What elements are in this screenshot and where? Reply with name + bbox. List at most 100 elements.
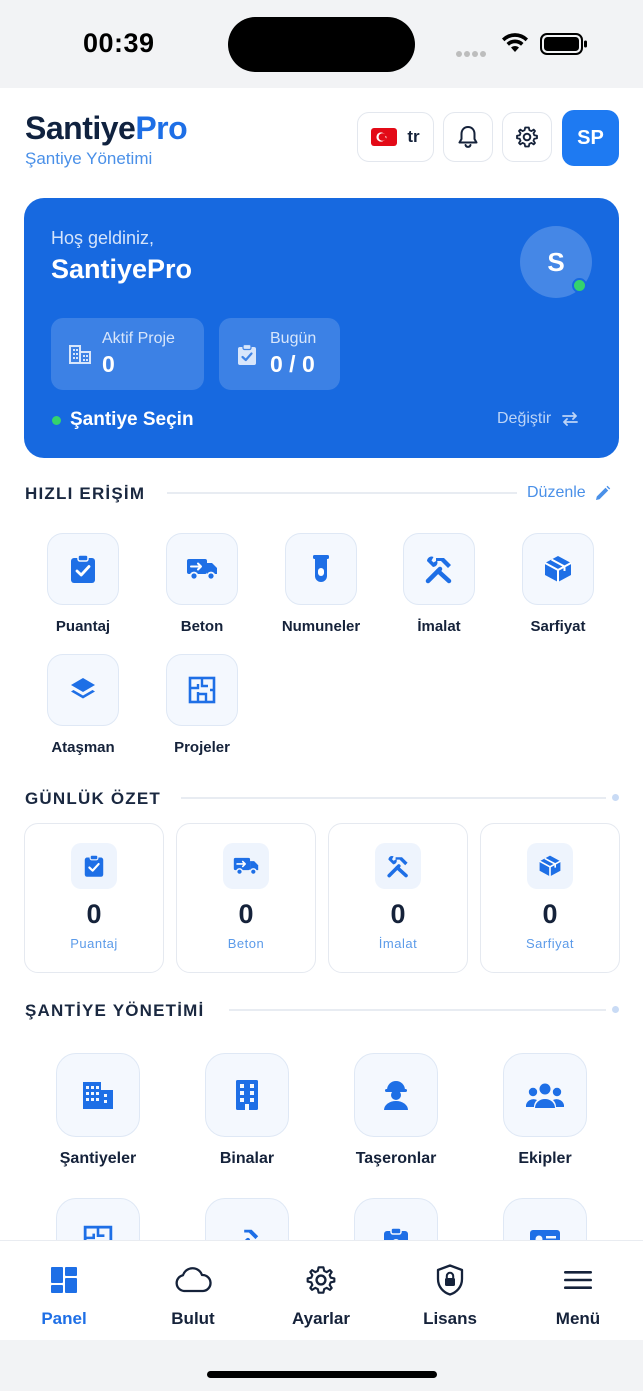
- team-icon: [525, 1083, 565, 1108]
- pencil-icon: [595, 485, 610, 500]
- gear-icon: [516, 126, 538, 148]
- section-divider: [229, 1009, 606, 1011]
- quick-tile-puantaj[interactable]: Puantaj: [34, 533, 132, 635]
- language-button[interactable]: tr: [357, 112, 434, 162]
- dynamic-island: [228, 17, 415, 72]
- quick-tile-label: Sarfiyat: [530, 618, 586, 635]
- mgmt-tile-ekipler[interactable]: Ekipler: [485, 1053, 605, 1168]
- stat-label: Aktif Proje: [102, 330, 175, 347]
- summary-card-beton[interactable]: 0 Beton: [176, 823, 316, 973]
- tab-menu[interactable]: Menü: [523, 1263, 633, 1329]
- user-avatar-button[interactable]: SP: [562, 110, 619, 166]
- status-time: 00:39: [83, 28, 155, 58]
- welcome-user-name: SantiyePro: [51, 254, 193, 284]
- tab-ayarlar[interactable]: Ayarlar: [266, 1263, 376, 1329]
- edit-label: Düzenle: [527, 484, 586, 501]
- mgmt-tile-label: Taşeronlar: [355, 1150, 437, 1167]
- mgmt-tile-binalar[interactable]: Binalar: [187, 1053, 307, 1168]
- quick-access-title: HIZLI ERİŞİM: [25, 484, 146, 503]
- quick-tile-imalat[interactable]: İmalat: [390, 533, 488, 635]
- stat-value: 0: [102, 351, 115, 377]
- truck-icon: [187, 559, 217, 581]
- summary-label: İmalat: [378, 936, 418, 951]
- mgmt-tile-partial[interactable]: [485, 1198, 605, 1240]
- cloud-icon: [175, 1267, 212, 1293]
- quick-tile-label: Projeler: [174, 739, 230, 756]
- quick-tile-label: Ataşman: [51, 739, 115, 756]
- change-site-label: Değiştir: [497, 410, 552, 427]
- site-status-dot: [52, 416, 61, 425]
- home-indicator[interactable]: [207, 1371, 437, 1378]
- stat-label: Bugün: [270, 330, 317, 347]
- tab-label: Panel: [41, 1309, 87, 1328]
- brand-subtitle: Şantiye Yönetimi: [25, 149, 153, 168]
- quick-tile-atasman[interactable]: Ataşman: [34, 654, 132, 756]
- summary-card-puantaj[interactable]: 0 Puantaj: [24, 823, 164, 973]
- section-divider: [167, 492, 517, 494]
- section-dot: [612, 1006, 619, 1013]
- notifications-button[interactable]: [443, 112, 493, 162]
- tools-icon: [425, 556, 452, 584]
- site-management-title: ŞANTİYE YÖNETİMİ: [25, 1001, 205, 1020]
- tab-lisans[interactable]: Lisans: [395, 1263, 505, 1329]
- welcome-greeting: Hoş geldiniz,: [51, 228, 155, 248]
- summary-card-imalat[interactable]: 0 İmalat: [328, 823, 468, 973]
- active-projects-stat[interactable]: Aktif Proje 0: [51, 318, 204, 390]
- quick-tile-projeler[interactable]: Projeler: [153, 654, 251, 756]
- summary-value: 0: [238, 899, 254, 929]
- daily-summary-title: GÜNLÜK ÖZET: [25, 789, 161, 808]
- select-site-label[interactable]: Şantiye Seçin: [70, 409, 194, 431]
- summary-card-sarfiyat[interactable]: 0 Sarfiyat: [480, 823, 620, 973]
- change-site-button[interactable]: Değiştir: [497, 410, 579, 428]
- summary-label: Beton: [227, 936, 265, 951]
- tab-label: Menü: [555, 1309, 601, 1328]
- mgmt-tile-label: Binalar: [219, 1150, 275, 1167]
- quick-tile-numuneler[interactable]: Numuneler: [272, 533, 370, 635]
- building-icon: [236, 1080, 258, 1110]
- dashboard-icon: [51, 1267, 77, 1293]
- box-icon: [539, 855, 561, 877]
- settings-button[interactable]: [502, 112, 552, 162]
- quick-tile-label: İmalat: [417, 618, 461, 635]
- tab-panel[interactable]: Panel: [9, 1263, 119, 1329]
- today-stat[interactable]: Bugün 0 / 0: [219, 318, 340, 390]
- quick-tile-sarfiyat[interactable]: Sarfiyat: [509, 533, 607, 635]
- language-code: tr: [407, 127, 420, 146]
- mgmt-tile-partial[interactable]: [187, 1198, 307, 1240]
- tab-label: Ayarlar: [292, 1309, 350, 1328]
- summary-label: Sarfiyat: [525, 936, 575, 951]
- online-status-dot: [572, 278, 587, 293]
- bottom-tab-bar: Panel Bulut Ayarlar Lisans Menü: [0, 1240, 643, 1340]
- home-indicator-area: [0, 1340, 643, 1391]
- status-bar: 00:39: [0, 0, 643, 88]
- mgmt-tile-santiyeler[interactable]: Şantiyeler: [38, 1053, 158, 1168]
- summary-value: 0: [390, 899, 406, 929]
- tab-label: Lisans: [423, 1309, 477, 1328]
- tools-icon: [244, 1229, 259, 1240]
- quick-tile-beton[interactable]: Beton: [153, 533, 251, 635]
- section-dot: [612, 794, 619, 801]
- gear-icon: [306, 1266, 336, 1294]
- section-divider: [181, 797, 606, 799]
- battery-icon: [540, 33, 587, 55]
- mgmt-tile-taseronlar[interactable]: Taşeronlar: [336, 1053, 456, 1168]
- mgmt-tile-label: Şantiyeler: [59, 1150, 137, 1167]
- worker-icon: [384, 1081, 408, 1110]
- edit-quick-access-button[interactable]: Düzenle: [527, 484, 611, 502]
- blueprint-icon: [83, 1225, 113, 1240]
- brand-logo: SantiyePro: [25, 110, 188, 146]
- clipboard-gear-icon: [384, 1227, 408, 1240]
- test-tube-icon: [313, 555, 329, 582]
- mgmt-tile-label: Ekipler: [518, 1150, 572, 1167]
- mgmt-tile-partial[interactable]: [336, 1198, 456, 1240]
- dashboard-page: SantiyePro Şantiye Yönetimi tr SP Hoş ge…: [0, 88, 643, 1240]
- turkey-flag-icon: [371, 128, 398, 146]
- bell-icon: [458, 126, 478, 148]
- clipboard-check-icon: [238, 344, 256, 365]
- mgmt-tile-partial[interactable]: [38, 1198, 158, 1240]
- building-icon: [69, 345, 91, 364]
- clipboard-check-icon: [84, 854, 104, 877]
- tab-bulut[interactable]: Bulut: [138, 1263, 248, 1329]
- wifi-icon: [502, 33, 528, 52]
- menu-icon: [564, 1271, 592, 1289]
